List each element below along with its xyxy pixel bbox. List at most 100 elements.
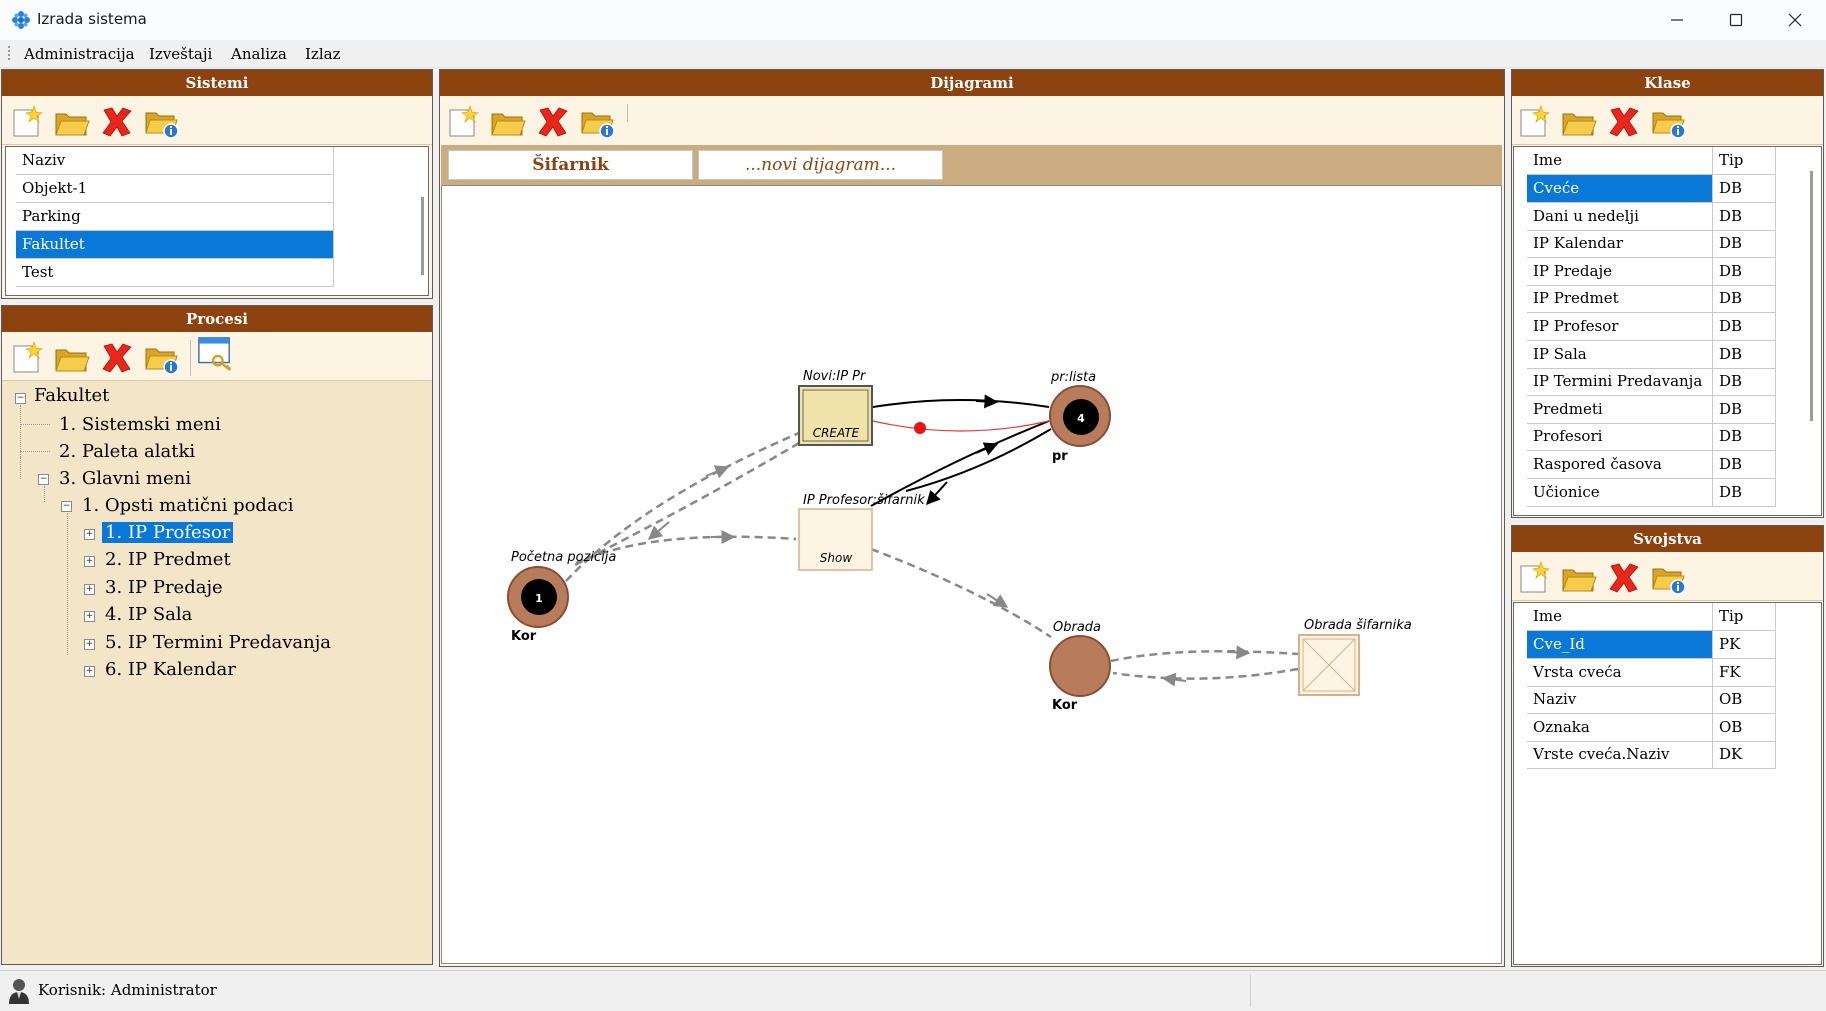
node-obrada[interactable]: Obrada Kor — [1049, 620, 1111, 713]
list-item[interactable]: Objekt-1 — [16, 175, 334, 203]
table-cell-tip[interactable]: DB — [1713, 395, 1776, 424]
flow-obrada-sifarnika-to-obrada[interactable] — [1112, 667, 1299, 687]
table-cell-tip[interactable]: DB — [1713, 202, 1776, 231]
expand-toggle[interactable]: + — [84, 666, 95, 677]
delete-icon[interactable] — [98, 104, 136, 140]
table-cell-tip[interactable]: FK — [1713, 658, 1776, 687]
folder-info-icon[interactable] — [579, 104, 617, 140]
table-cell-tip[interactable]: DB — [1713, 478, 1776, 507]
scrollbar[interactable] — [1810, 171, 1813, 421]
table-row[interactable]: IP Kalendar — [1527, 230, 1713, 259]
folder-info-icon[interactable] — [1650, 560, 1688, 596]
node-obrada-sifarnika[interactable]: Obrada šifarnika — [1298, 618, 1412, 696]
tree-node[interactable]: 1. Opsti matični podaci — [82, 495, 294, 516]
delete-icon[interactable] — [534, 104, 572, 140]
list-item[interactable]: Parking — [16, 203, 334, 231]
table-row[interactable]: IP Termini Predavanja — [1527, 368, 1713, 397]
table-row[interactable]: IP Profesor — [1527, 313, 1713, 341]
folder-info-icon[interactable] — [143, 340, 181, 376]
tab-novi-dijagram[interactable]: ...novi dijagram... — [698, 150, 943, 180]
new-document-icon[interactable] — [8, 104, 46, 140]
open-folder-icon[interactable] — [53, 340, 91, 376]
table-row[interactable]: IP Predmet — [1527, 285, 1713, 314]
tree-node-selected[interactable]: 1. IP Profesor — [102, 522, 234, 543]
scrollbar[interactable] — [421, 197, 424, 275]
list-item[interactable]: Test — [16, 259, 334, 287]
tree-node[interactable]: 1. Sistemski meni — [59, 414, 221, 435]
window-key-icon[interactable] — [196, 336, 234, 372]
expand-toggle[interactable]: + — [84, 556, 95, 567]
tree-node[interactable]: 5. IP Termini Predavanja — [105, 632, 331, 653]
flow-sifarnik-to-obrada[interactable] — [870, 547, 1052, 639]
table-row-selected[interactable]: Cve_Id — [1527, 631, 1713, 659]
table-cell-tip[interactable]: DB — [1713, 313, 1776, 341]
tree-node[interactable]: 6. IP Kalendar — [105, 659, 236, 680]
delete-icon[interactable] — [1605, 104, 1643, 140]
table-row[interactable]: IP Sala — [1527, 340, 1713, 369]
table-row[interactable]: Vrste cveća.Naziv — [1527, 741, 1713, 770]
table-cell-tip[interactable]: DB — [1713, 230, 1776, 259]
expand-toggle[interactable]: + — [84, 611, 95, 622]
folder-info-icon[interactable] — [1650, 104, 1688, 140]
tree-node-root[interactable]: Fakultet — [34, 385, 109, 406]
table-row[interactable]: Oznaka — [1527, 713, 1713, 742]
tree-node[interactable]: 4. IP Sala — [105, 604, 192, 625]
node-start[interactable]: 1 Početna pozicija Kor — [507, 550, 616, 644]
open-folder-icon[interactable] — [53, 104, 91, 140]
delete-icon[interactable] — [98, 340, 136, 376]
table-row[interactable]: Raspored časova — [1527, 451, 1713, 479]
table-row[interactable]: Učionice — [1527, 478, 1713, 507]
menu-analiza[interactable]: Analiza — [231, 45, 287, 63]
open-folder-icon[interactable] — [1560, 104, 1598, 140]
table-cell-tip[interactable]: DB — [1713, 175, 1776, 203]
new-document-icon[interactable] — [444, 104, 482, 140]
table-cell-tip[interactable]: DB — [1713, 257, 1776, 286]
table-row[interactable]: Vrsta cveća — [1527, 658, 1713, 687]
node-list[interactable]: 4 pr:lista pr — [1049, 370, 1111, 464]
folder-info-icon[interactable] — [143, 104, 181, 140]
collapse-toggle[interactable]: − — [61, 501, 72, 512]
column-header-tip[interactable]: Tip — [1713, 147, 1776, 175]
tree-node[interactable]: 2. IP Predmet — [105, 549, 231, 570]
menu-izvestaji[interactable]: Izveštaji — [149, 45, 212, 63]
open-folder-icon[interactable] — [1560, 560, 1598, 596]
tree-node[interactable]: 2. Paleta alatki — [59, 441, 195, 462]
maximize-button[interactable] — [1707, 0, 1765, 40]
table-cell-tip[interactable]: DB — [1713, 423, 1776, 452]
new-document-icon[interactable] — [1515, 104, 1553, 140]
column-header-tip[interactable]: Tip — [1713, 603, 1776, 631]
table-row[interactable]: Dani u nedelji — [1527, 202, 1713, 231]
flow-obrada-to-obrada-sifarnika[interactable] — [1110, 645, 1299, 663]
table-row[interactable]: IP Predaje — [1527, 257, 1713, 286]
expand-toggle[interactable]: + — [84, 639, 95, 650]
new-document-icon[interactable] — [8, 340, 46, 376]
column-header-ime[interactable]: Ime — [1527, 147, 1713, 175]
table-cell-tip[interactable]: DB — [1713, 368, 1776, 397]
flow-lista-to-sifarnik[interactable] — [905, 428, 1052, 506]
new-document-icon[interactable] — [1515, 560, 1553, 596]
flow-new-to-lista[interactable] — [872, 394, 1050, 409]
tree-node[interactable]: 3. IP Predaje — [105, 577, 223, 598]
expand-toggle[interactable]: + — [84, 529, 95, 540]
column-header-naziv[interactable]: Naziv — [16, 147, 334, 175]
table-row[interactable]: Predmeti — [1527, 395, 1713, 424]
close-button[interactable] — [1766, 0, 1824, 40]
minimize-button[interactable] — [1648, 0, 1706, 40]
node-new[interactable]: CREATE Novi:IP Pr — [798, 369, 873, 446]
list-item-selected[interactable]: Fakultet — [16, 231, 334, 259]
table-row[interactable]: Profesori — [1527, 423, 1713, 452]
column-header-ime[interactable]: Ime — [1527, 603, 1713, 631]
tree-node[interactable]: 3. Glavni meni — [59, 468, 191, 489]
table-cell-tip[interactable]: OB — [1713, 686, 1776, 715]
delete-icon[interactable] — [1605, 560, 1643, 596]
collapse-toggle[interactable]: − — [15, 393, 26, 404]
node-sifarnik[interactable]: Show IP Profesor:šifarnik — [798, 493, 925, 571]
table-cell-tip[interactable]: DB — [1713, 451, 1776, 479]
table-cell-tip[interactable]: DB — [1713, 340, 1776, 369]
flow-new-to-start[interactable] — [570, 441, 800, 569]
expand-toggle[interactable]: + — [84, 584, 95, 595]
open-folder-icon[interactable] — [489, 104, 527, 140]
menu-administracija[interactable]: Administracija — [24, 45, 135, 63]
table-row[interactable]: Naziv — [1527, 686, 1713, 715]
menu-izlaz[interactable]: Izlaz — [305, 45, 340, 63]
